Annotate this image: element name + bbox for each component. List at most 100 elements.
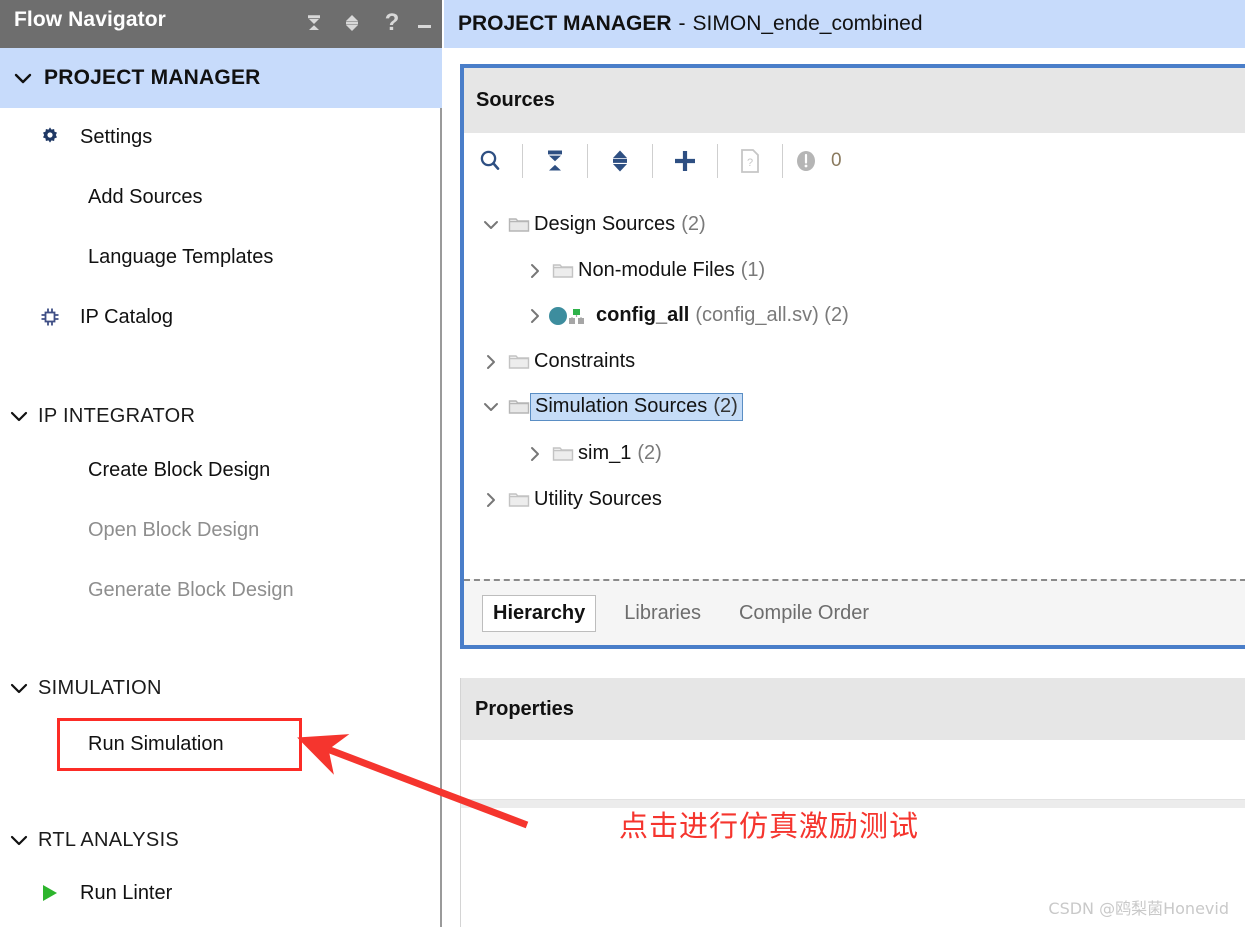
folder-icon (548, 262, 578, 280)
properties-toolbar-area (461, 740, 1245, 800)
flow-navigator-titlebar: Flow Navigator ? (0, 0, 442, 48)
sidebar-item-create-block-design[interactable]: Create Block Design (0, 453, 442, 487)
tree-item-label: sim_1 (578, 442, 632, 464)
sidebar-item-label: Generate Block Design (88, 578, 294, 601)
sidebar-section-project-manager[interactable]: PROJECT MANAGER (0, 48, 442, 108)
annotation-note: 点击进行仿真激励测试 (619, 809, 920, 843)
tree-item-label: Design Sources (534, 213, 676, 235)
tree-item-sim-1[interactable]: sim_1 (2) (522, 437, 662, 470)
sources-toolbar: ? 0 (464, 133, 1245, 188)
toolbar-separator (652, 143, 653, 178)
sources-panel-title: Sources (476, 89, 555, 111)
tree-item-label: Constraints (534, 350, 636, 372)
folder-icon (504, 353, 534, 371)
expand-all-icon[interactable] (594, 138, 646, 184)
sidebar-item-label: Run Linter (80, 881, 173, 904)
toolbar-separator (522, 143, 523, 178)
tree-item-count: (1) (740, 259, 766, 281)
tree-item-non-module-files[interactable]: Non-module Files (1) (522, 254, 765, 287)
sidebar-section-rtl-analysis[interactable]: RTL ANALYSIS (0, 824, 442, 856)
watermark-text: CSDN @鸥梨菌Honevid (1048, 899, 1229, 918)
toolbar-separator (717, 143, 718, 178)
svg-text:?: ? (747, 157, 753, 169)
add-sources-icon[interactable] (659, 138, 711, 184)
page-title: PROJECT MANAGER (458, 12, 672, 35)
collapse-all-icon[interactable] (529, 138, 581, 184)
sidebar-section-simulation[interactable]: SIMULATION (0, 672, 442, 704)
sidebar-section-label: RTL ANALYSIS (38, 828, 180, 851)
tree-item-count: (2) (713, 394, 738, 417)
tab-compile-order[interactable]: Compile Order (729, 596, 879, 631)
toolbar-separator (587, 143, 588, 178)
module-icon (548, 306, 596, 326)
help-icon[interactable]: ? (378, 9, 406, 37)
sidebar-item-open-block-design[interactable]: Open Block Design (0, 513, 442, 547)
collapse-all-icon[interactable] (300, 9, 328, 37)
sidebar-item-label: Open Block Design (88, 518, 260, 541)
properties-panel-title: Properties (475, 697, 574, 720)
tree-item-simulation-sources[interactable]: Simulation Sources (2) (478, 390, 743, 423)
report-icon[interactable]: ? (724, 138, 776, 184)
tab-libraries[interactable]: Libraries (614, 596, 711, 631)
chevron-down-icon (0, 834, 38, 846)
annotation-highlight-box (57, 718, 302, 771)
tree-item-design-sources[interactable]: Design Sources (2) (478, 208, 706, 241)
sources-tree: Design Sources (2) Non-module Files (1) (464, 188, 1245, 579)
sidebar-section-label: PROJECT MANAGER (44, 66, 261, 89)
tree-item-label: Simulation Sources (535, 394, 708, 417)
tab-hierarchy[interactable]: Hierarchy (482, 594, 597, 632)
play-icon (38, 882, 80, 904)
sidebar-item-label: Create Block Design (88, 458, 271, 481)
folder-icon (504, 216, 534, 234)
sidebar-section-label: SIMULATION (38, 676, 162, 699)
sources-panel: Sources ? 0 Design Sources (2) Non-modul… (460, 64, 1245, 649)
folder-icon (548, 445, 578, 463)
folder-icon (504, 491, 534, 509)
sidebar-section-label: IP INTEGRATOR (38, 404, 196, 427)
sidebar-item-label: IP Catalog (80, 305, 174, 328)
warning-count: 0 (831, 149, 842, 171)
sidebar-item-generate-block-design[interactable]: Generate Block Design (0, 573, 442, 607)
properties-panel-header: Properties (461, 678, 1245, 740)
minimize-icon[interactable] (410, 9, 438, 37)
gear-icon (38, 125, 80, 149)
chevron-down-icon (8, 71, 38, 85)
chevron-down-icon[interactable] (478, 219, 504, 231)
chevron-down-icon (0, 682, 38, 694)
tree-item-utility-sources[interactable]: Utility Sources (478, 483, 668, 516)
sidebar-item-label: Add Sources (88, 185, 203, 208)
main-content-area: PROJECT MANAGER - SIMON_ende_combined So… (444, 0, 1245, 927)
tree-item-count: (config_all.sv) (2) (695, 304, 849, 326)
tree-item-label: Non-module Files (578, 259, 735, 281)
expand-collapse-icon[interactable] (338, 9, 366, 37)
chevron-right-icon[interactable] (478, 492, 504, 508)
header-separator: - (678, 12, 686, 35)
project-manager-header: PROJECT MANAGER - SIMON_ende_combined (444, 0, 1245, 48)
sources-tabs: Hierarchy Libraries Compile Order (464, 579, 1245, 645)
project-name: SIMON_ende_combined (692, 12, 923, 35)
chevron-right-icon[interactable] (522, 263, 548, 279)
tree-item-constraints[interactable]: Constraints (478, 345, 641, 378)
flow-navigator-sidebar: Flow Navigator ? PROJECT MANAGER Setting… (0, 0, 442, 927)
chevron-right-icon[interactable] (522, 446, 548, 462)
tree-item-selection: Simulation Sources (2) (530, 392, 743, 421)
warning-icon[interactable] (789, 138, 823, 184)
tree-item-count: (2) (637, 442, 662, 464)
chevron-down-icon[interactable] (478, 401, 504, 413)
sources-panel-header: Sources (464, 68, 1245, 133)
chevron-right-icon[interactable] (478, 354, 504, 370)
flow-navigator-title: Flow Navigator (14, 8, 166, 31)
chevron-down-icon (0, 410, 38, 422)
search-icon[interactable] (464, 138, 516, 184)
sidebar-item-add-sources[interactable]: Add Sources (0, 180, 442, 214)
sidebar-item-run-linter[interactable]: Run Linter (0, 876, 442, 910)
tree-item-config-all[interactable]: config_all (config_all.sv) (2) (522, 299, 849, 332)
chevron-right-icon[interactable] (522, 308, 548, 324)
sidebar-item-ip-catalog[interactable]: IP Catalog (0, 300, 442, 334)
sidebar-item-settings[interactable]: Settings (0, 120, 442, 154)
tree-item-label: config_all (596, 304, 690, 326)
ip-catalog-icon (38, 305, 80, 329)
sidebar-item-label: Language Templates (88, 245, 274, 268)
sidebar-item-language-templates[interactable]: Language Templates (0, 240, 442, 274)
sidebar-section-ip-integrator[interactable]: IP INTEGRATOR (0, 400, 442, 432)
